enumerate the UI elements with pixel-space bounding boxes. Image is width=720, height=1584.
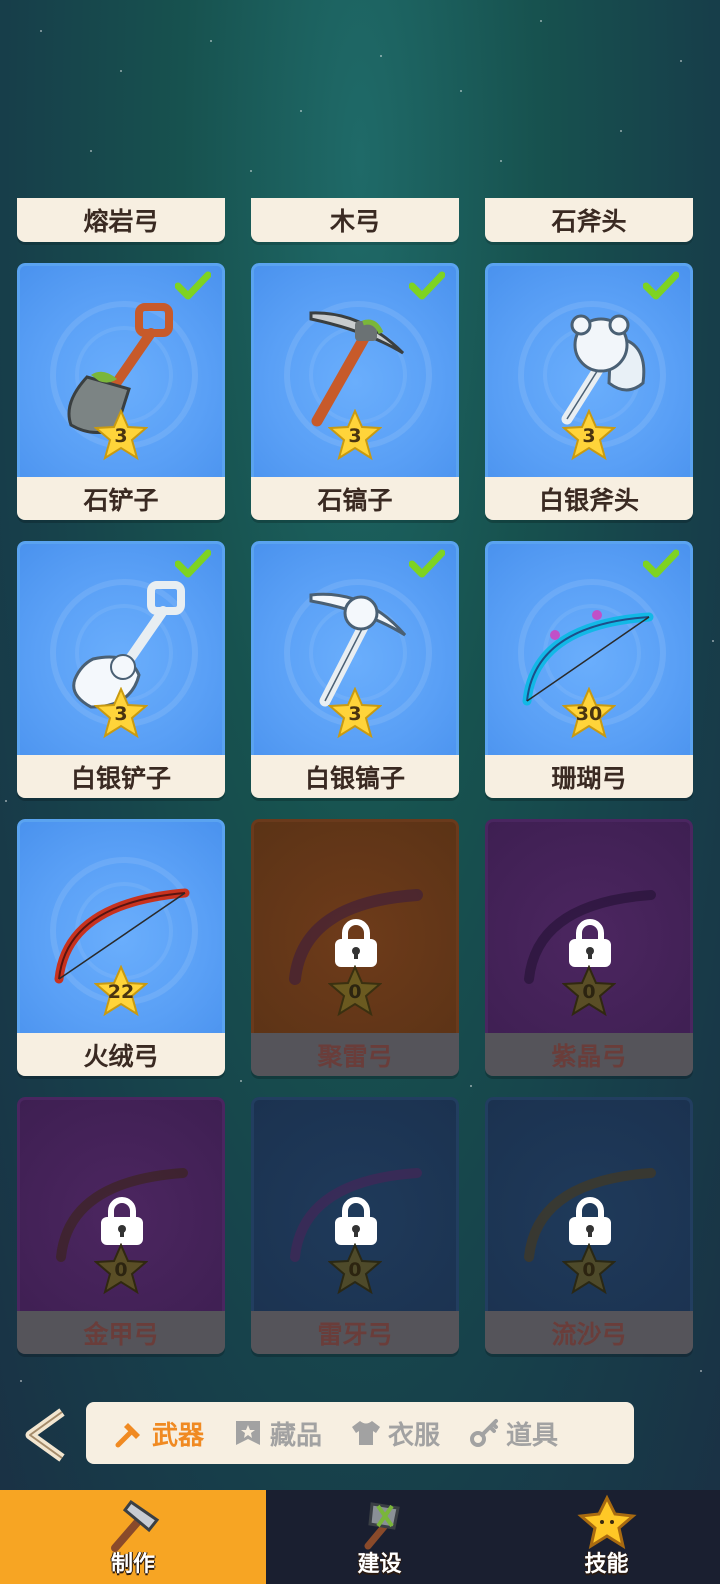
item-grid: 熔岩弓 木弓 石斧头 3 石铲子 3 石镐子 3 白银斧头 3 白银铲子 3 白… xyxy=(17,198,693,1354)
star-icon xyxy=(328,687,382,739)
lock-icon xyxy=(101,1197,143,1245)
lock-icon xyxy=(335,1197,377,1245)
nav-label: 技能 xyxy=(584,1552,629,1577)
item-label-partial[interactable]: 石斧头 xyxy=(485,198,693,242)
star-icon xyxy=(94,1243,148,1295)
item-card-golden-bow-locked[interactable]: 0 金甲弓 xyxy=(17,1097,225,1354)
item-card-stone-pickaxe[interactable]: 3 石镐子 xyxy=(251,263,459,520)
tab-label: 衣服 xyxy=(388,1420,441,1451)
key-icon xyxy=(470,1419,499,1447)
shirt-icon xyxy=(352,1421,381,1445)
item-card-stone-shovel[interactable]: 3 石铲子 xyxy=(17,263,225,520)
item-card-quicksand-bow-locked[interactable]: 0 流沙弓 xyxy=(485,1097,693,1354)
item-name: 流沙弓 xyxy=(485,1311,693,1354)
skill-star-icon xyxy=(576,1494,637,1550)
bookmark-icon xyxy=(236,1421,261,1445)
star-icon xyxy=(562,965,616,1017)
build-hammer-icon xyxy=(364,1502,400,1550)
item-card-tinder-bow[interactable]: 22 火绒弓 xyxy=(17,819,225,1076)
craft-hammer-icon xyxy=(111,1499,160,1552)
item-card-silver-shovel[interactable]: 3 白银铲子 xyxy=(17,541,225,798)
star-icon xyxy=(328,409,382,461)
star-icon xyxy=(562,687,616,739)
item-label-partial[interactable]: 木弓 xyxy=(251,198,459,242)
back-arrow-icon[interactable] xyxy=(22,1406,70,1464)
tab-collection[interactable]: 藏品 xyxy=(232,1415,322,1452)
item-name: 白银镐子 xyxy=(251,755,459,798)
star-icon xyxy=(94,965,148,1017)
item-card-thunder-bow-locked[interactable]: 0 聚雷弓 xyxy=(251,819,459,1076)
nav-skills[interactable]: 技能 xyxy=(493,1490,720,1584)
nav-build[interactable]: 建设 xyxy=(266,1490,493,1584)
item-name: 聚雷弓 xyxy=(251,1033,459,1076)
tab-clothes[interactable]: 衣服 xyxy=(350,1415,440,1452)
item-name: 珊瑚弓 xyxy=(485,755,693,798)
tab-label: 武器 xyxy=(152,1420,205,1451)
item-name: 石铲子 xyxy=(17,477,225,520)
bottom-navigation: 制作 建设 技能 xyxy=(0,1490,720,1584)
star-icon xyxy=(562,1243,616,1295)
star-icon xyxy=(94,409,148,461)
item-card-thunder-fang-bow-locked[interactable]: 0 雷牙弓 xyxy=(251,1097,459,1354)
tab-items[interactable]: 道具 xyxy=(468,1415,558,1452)
item-card-silver-pickaxe[interactable]: 3 白银镐子 xyxy=(251,541,459,798)
item-name: 紫晶弓 xyxy=(485,1033,693,1076)
tab-label: 道具 xyxy=(506,1420,559,1451)
nav-label: 制作 xyxy=(110,1552,155,1577)
item-name: 石镐子 xyxy=(251,477,459,520)
item-name: 白银斧头 xyxy=(485,477,693,520)
tab-label: 藏品 xyxy=(270,1420,323,1451)
item-card-amethyst-bow-locked[interactable]: 0 紫晶弓 xyxy=(485,819,693,1076)
item-name: 白银铲子 xyxy=(17,755,225,798)
item-name: 火绒弓 xyxy=(17,1033,225,1076)
nav-craft[interactable]: 制作 xyxy=(0,1490,266,1584)
item-name: 雷牙弓 xyxy=(251,1311,459,1354)
star-icon xyxy=(328,1243,382,1295)
lock-icon xyxy=(569,919,611,967)
item-card-silver-axe[interactable]: 3 白银斧头 xyxy=(485,263,693,520)
tab-weapons[interactable]: 武器 xyxy=(114,1415,204,1452)
item-name: 金甲弓 xyxy=(17,1311,225,1354)
item-label-partial[interactable]: 熔岩弓 xyxy=(17,198,225,242)
lock-icon xyxy=(335,919,377,967)
nav-label: 建设 xyxy=(357,1552,402,1577)
category-tabs: 武器 藏品 衣服 道具 xyxy=(86,1402,634,1464)
star-icon xyxy=(328,965,382,1017)
hammer-icon xyxy=(115,1423,140,1448)
lock-icon xyxy=(569,1197,611,1245)
item-card-coral-bow[interactable]: 30 珊瑚弓 xyxy=(485,541,693,798)
star-icon xyxy=(562,409,616,461)
star-icon xyxy=(94,687,148,739)
